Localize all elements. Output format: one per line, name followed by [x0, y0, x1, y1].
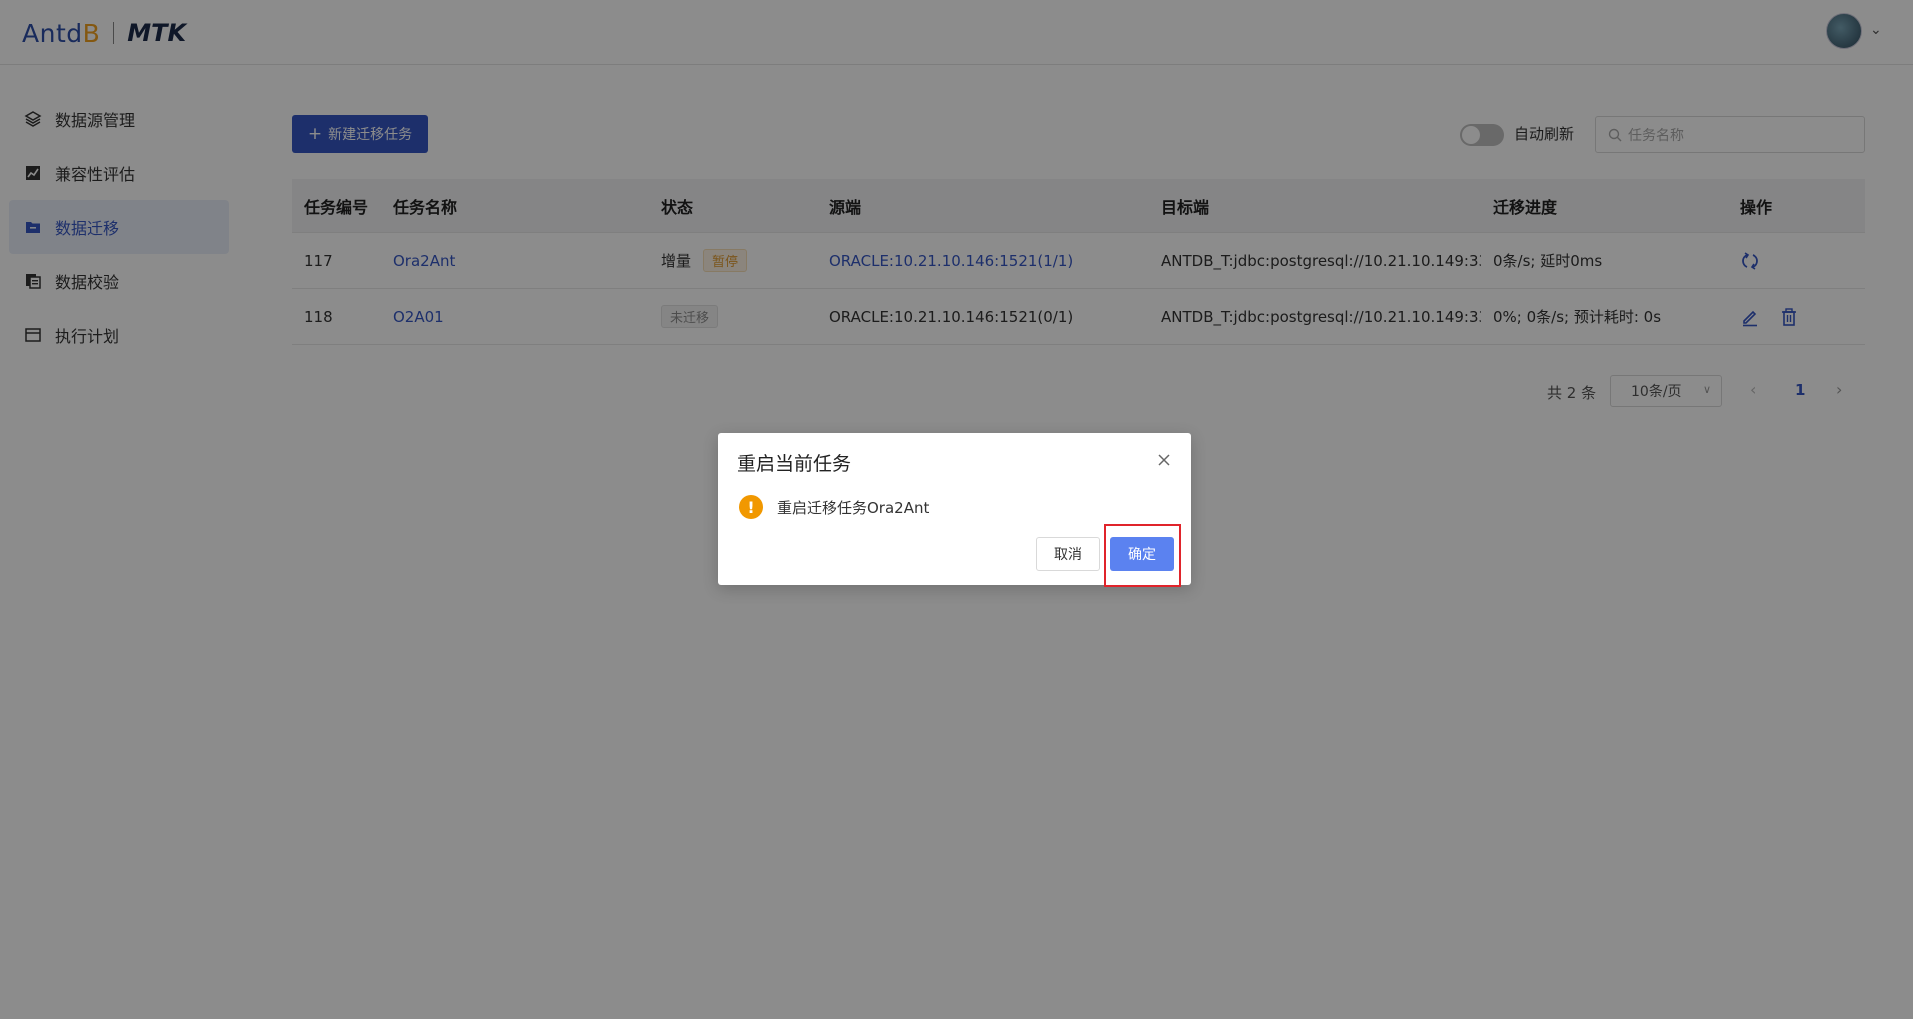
dialog-title: 重启当前任务	[737, 453, 852, 475]
dialog-message: 重启迁移任务Ora2Ant	[777, 499, 930, 517]
warning-icon: !	[739, 495, 763, 519]
confirm-highlight-box	[1104, 524, 1181, 587]
cancel-button[interactable]: 取消	[1036, 537, 1100, 571]
close-icon[interactable]	[1155, 451, 1173, 469]
